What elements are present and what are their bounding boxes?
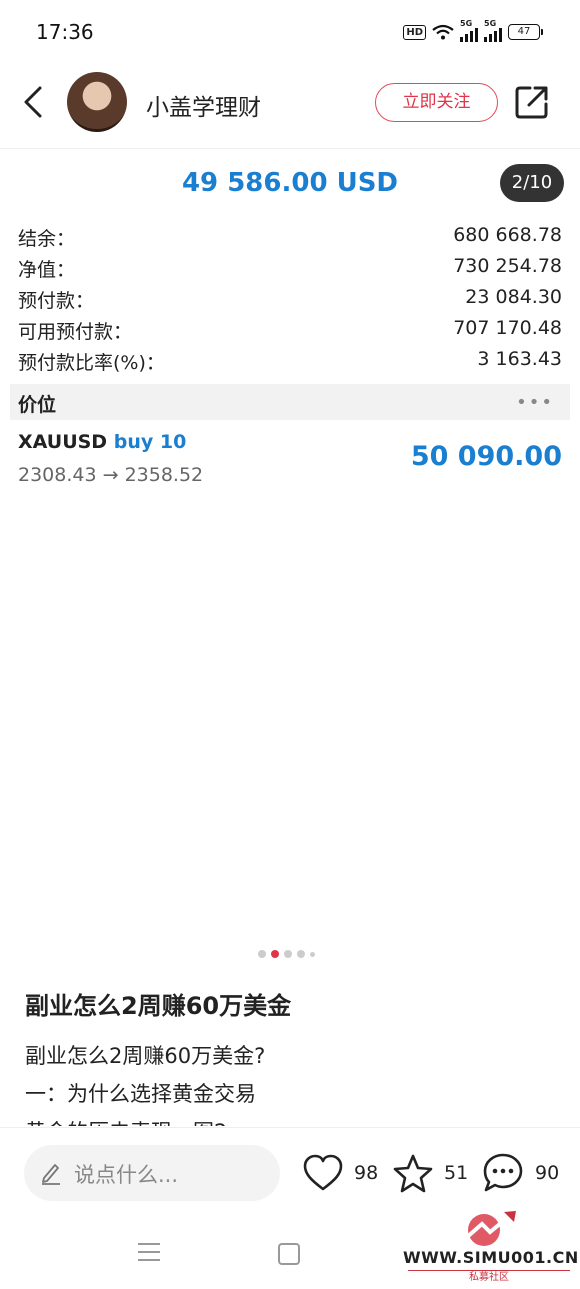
account-row-value: 3 163.43 bbox=[477, 348, 562, 370]
price-section-header: 价位 ••• bbox=[10, 384, 570, 420]
image-pager bbox=[258, 950, 315, 958]
pager-dot[interactable] bbox=[258, 950, 266, 958]
favorite-button[interactable]: 51 bbox=[392, 1151, 468, 1195]
signal-icon: 5G bbox=[460, 19, 478, 42]
comment-count: 90 bbox=[535, 1162, 560, 1184]
pager-dot-active[interactable] bbox=[271, 950, 279, 958]
trade-symbol: XAUUSD bbox=[18, 431, 108, 453]
account-row-label: 净值： bbox=[18, 259, 76, 281]
trade-row: XAUUSD buy 10 bbox=[18, 431, 186, 453]
signal-icon-2: 5G bbox=[484, 19, 502, 42]
watermark-url: WWW.SIMU001.CN bbox=[403, 1248, 579, 1267]
pencil-icon bbox=[42, 1164, 60, 1185]
more-icon[interactable]: ••• bbox=[516, 392, 554, 413]
article-line: 副业怎么2周赚60万美金? bbox=[25, 1044, 266, 1068]
watermark-logo-icon bbox=[464, 1211, 516, 1246]
account-row-label: 预付款： bbox=[18, 290, 95, 312]
pager-dot[interactable] bbox=[297, 950, 305, 958]
battery-icon: 47 bbox=[508, 24, 543, 40]
avatar[interactable] bbox=[67, 72, 127, 132]
nav-menu-button[interactable] bbox=[138, 1243, 160, 1267]
trade-prices: 2308.43 → 2358.52 bbox=[18, 464, 204, 486]
heart-icon bbox=[303, 1154, 343, 1191]
article-title: 副业怎么2周赚60万美金 bbox=[25, 992, 292, 1020]
account-row: 净值： 730 254.78 bbox=[18, 255, 562, 286]
favorite-count: 51 bbox=[444, 1162, 469, 1184]
pager-dot[interactable] bbox=[284, 950, 292, 958]
author-name[interactable]: 小盖学理财 bbox=[146, 88, 261, 122]
account-row: 结余： 680 668.78 bbox=[18, 224, 562, 255]
account-row-value: 23 084.30 bbox=[465, 286, 562, 308]
follow-button[interactable]: 立即关注 bbox=[375, 83, 498, 122]
account-row-value: 730 254.78 bbox=[453, 255, 562, 277]
watermark-subtitle: 私募社区 bbox=[408, 1270, 570, 1285]
trade-profit: 50 090.00 bbox=[410, 441, 562, 472]
comment-placeholder: 说点什么... bbox=[74, 1163, 179, 1187]
back-button[interactable] bbox=[18, 84, 50, 120]
chat-bubble-icon bbox=[483, 1153, 523, 1192]
comment-input[interactable]: 说点什么... bbox=[24, 1145, 280, 1201]
trade-side: buy 10 bbox=[113, 431, 187, 453]
like-button[interactable]: 98 bbox=[302, 1151, 378, 1195]
like-count: 98 bbox=[354, 1162, 379, 1184]
price-header-label: 价位 bbox=[18, 394, 57, 416]
equity-value: 49 586.00 USD bbox=[181, 168, 399, 198]
account-row-value: 707 170.48 bbox=[453, 317, 562, 339]
chevron-left-icon bbox=[24, 86, 42, 118]
image-counter: 2/10 bbox=[500, 164, 564, 202]
status-icons: HD 5G 5G 47 bbox=[403, 19, 543, 42]
account-row-label: 结余： bbox=[18, 228, 76, 250]
account-row: 预付款： 23 084.30 bbox=[18, 286, 562, 317]
account-row: 可用预付款： 707 170.48 bbox=[18, 317, 562, 348]
comment-button[interactable]: 90 bbox=[481, 1151, 559, 1195]
account-row: 预付款比率(%)： 3 163.43 bbox=[18, 348, 562, 379]
article-line: 一：为什么选择黄金交易 bbox=[25, 1082, 256, 1106]
article-body: 副业怎么2周赚60万美金? 一：为什么选择黄金交易 黄金的历史表现，图2 bbox=[0, 1030, 580, 1126]
account-row-value: 680 668.78 bbox=[453, 224, 562, 246]
header-divider bbox=[0, 148, 580, 149]
article-line: 黄金的历史表现，图2 bbox=[25, 1116, 227, 1126]
account-row-label: 可用预付款： bbox=[18, 321, 133, 343]
star-icon bbox=[393, 1154, 433, 1193]
status-time: 17:36 bbox=[36, 20, 94, 44]
account-row-label: 预付款比率(%)： bbox=[18, 352, 165, 374]
share-button[interactable] bbox=[514, 84, 550, 120]
hd-icon: HD bbox=[403, 24, 426, 40]
pager-dot[interactable] bbox=[310, 951, 315, 957]
share-icon bbox=[515, 86, 548, 119]
wifi-icon bbox=[432, 24, 454, 40]
nav-home-button[interactable] bbox=[278, 1243, 300, 1265]
bottom-divider bbox=[0, 1127, 580, 1128]
